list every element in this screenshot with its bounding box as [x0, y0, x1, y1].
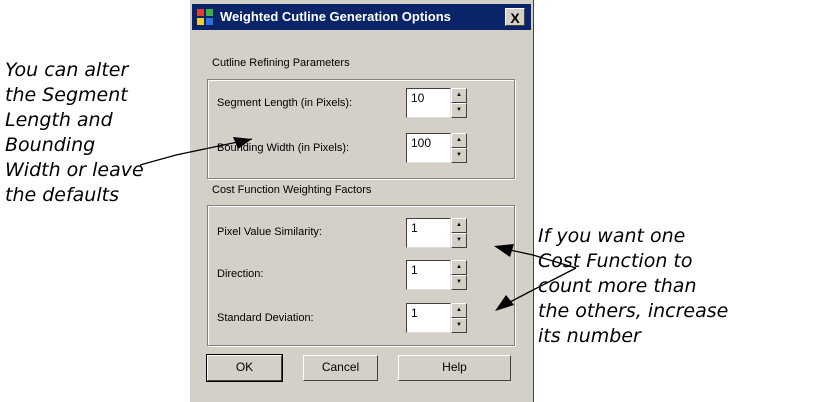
pixel-value-similarity-input[interactable]: 1	[406, 218, 451, 248]
spin-down-icon[interactable]: ▼	[451, 148, 467, 163]
annotation-line: You can alter	[5, 59, 129, 81]
refining-section-label: Cutline Refining Parameters	[212, 57, 350, 69]
annotation-line: the others, increase	[538, 300, 729, 322]
close-button[interactable]: X	[505, 8, 525, 26]
segment-length-input[interactable]: 10	[406, 88, 451, 118]
weighted-cutline-options-dialog: Weighted Cutline Generation Options X Cu…	[189, 0, 534, 402]
annotation-line: Width or leave	[5, 159, 144, 181]
segment-length-label: Segment Length (in Pixels):	[217, 97, 353, 109]
cancel-button[interactable]: Cancel	[303, 355, 378, 381]
dialog-title: Weighted Cutline Generation Options	[220, 9, 451, 24]
spin-down-icon[interactable]: ▼	[451, 233, 467, 248]
pixel-value-similarity-label: Pixel Value Similarity:	[217, 226, 322, 238]
annotation-line: Length and	[5, 109, 113, 131]
annotation-line: the defaults	[5, 184, 119, 206]
bounding-width-spinner: 100 ▲ ▼	[406, 133, 467, 163]
annotation-left: You can alter the Segment Length and Bou…	[5, 58, 144, 208]
direction-input[interactable]: 1	[406, 260, 451, 290]
ok-button[interactable]: OK	[206, 354, 283, 382]
spin-up-icon[interactable]: ▲	[451, 303, 467, 318]
annotation-line: If you want one	[538, 225, 686, 247]
annotation-line: Cost Function to	[538, 250, 693, 272]
bounding-width-input[interactable]: 100	[406, 133, 451, 163]
spin-up-icon[interactable]: ▲	[451, 88, 467, 103]
app-icon	[196, 8, 214, 26]
spin-down-icon[interactable]: ▼	[451, 318, 467, 333]
direction-label: Direction:	[217, 268, 264, 280]
standard-deviation-spinner: 1 ▲ ▼	[406, 303, 467, 333]
segment-length-spinner: 10 ▲ ▼	[406, 88, 467, 118]
annotation-line: count more than	[538, 275, 697, 297]
pixel-value-similarity-spinner: 1 ▲ ▼	[406, 218, 467, 248]
standard-deviation-label: Standard Deviation:	[217, 312, 314, 324]
spin-up-icon[interactable]: ▲	[451, 133, 467, 148]
spin-down-icon[interactable]: ▼	[451, 275, 467, 290]
bounding-width-label: Bounding Width (in Pixels):	[217, 142, 350, 154]
spin-down-icon[interactable]: ▼	[451, 103, 467, 118]
standard-deviation-input[interactable]: 1	[406, 303, 451, 333]
annotation-line: the Segment	[5, 84, 128, 106]
help-button[interactable]: Help	[398, 355, 511, 381]
annotation-right: If you want one Cost Function to count m…	[538, 224, 728, 349]
close-icon: X	[510, 10, 520, 26]
annotation-line: its number	[538, 325, 641, 347]
spin-up-icon[interactable]: ▲	[451, 218, 467, 233]
annotation-line: Bounding	[5, 134, 96, 156]
weighting-section-label: Cost Function Weighting Factors	[212, 184, 372, 196]
refining-group	[207, 79, 515, 179]
direction-spinner: 1 ▲ ▼	[406, 260, 467, 290]
spin-up-icon[interactable]: ▲	[451, 260, 467, 275]
dialog-titlebar[interactable]: Weighted Cutline Generation Options X	[192, 4, 531, 30]
